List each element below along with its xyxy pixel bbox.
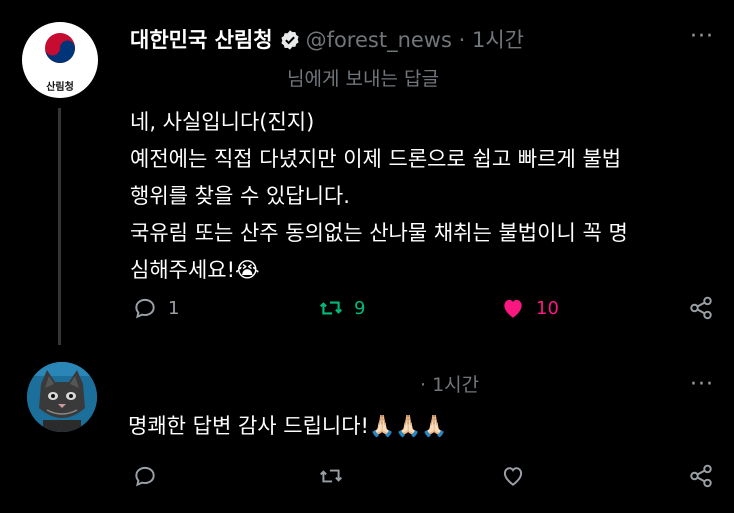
like-icon [503,467,523,486]
author-name[interactable]: 대한민국 산림청 [130,28,273,52]
tweet-line: 행위를 찾을 수 있답니다. [130,184,350,208]
tweet-line: 예전에는 직접 다녔지만 이제 드론으로 쉽고 빠르게 불법 [130,147,622,171]
cat-avatar-image [27,362,97,432]
replying-to: 님에게 보내는 답글 [287,68,439,90]
more-icon[interactable]: ··· [690,24,714,49]
share-button[interactable] [688,295,714,321]
share-button[interactable] [688,463,714,489]
action-bar: 1 9 10 [0,288,734,328]
avatar[interactable]: 산림청 [22,22,98,98]
more-icon[interactable]: ··· [690,372,714,397]
tweet-line: 심해주세요!😭 [130,258,260,282]
author-handle[interactable]: @forest_news [306,28,452,52]
timestamp[interactable]: · 1시간 [459,28,524,52]
avatar-org-label: 산림청 [46,82,74,93]
share-icon [690,296,712,320]
retweet-button[interactable]: 9 [318,295,365,321]
tweet-text: 네, 사실입니다(진지) 예전에는 직접 다녔지만 이제 드론으로 쉽고 빠르게… [130,104,720,289]
taegeuk-logo-icon [45,33,75,63]
like-button[interactable] [500,463,526,489]
reply-count: 1 [168,297,180,319]
reply-timestamp[interactable]: · 1시간 [420,370,479,397]
retweet-icon [320,469,342,483]
share-icon [690,464,712,488]
like-button[interactable]: 10 [500,295,559,321]
reply-avatar[interactable] [27,362,97,432]
like-icon [504,299,522,318]
verified-icon [280,30,299,50]
retweet-count: 9 [354,297,366,319]
like-count: 10 [536,297,559,319]
retweet-icon [319,301,343,315]
reply-action-bar [0,458,734,498]
reply-icon [135,298,155,319]
tweet-line: 네, 사실입니다(진지) [130,110,315,134]
reply-button[interactable]: 1 [132,295,179,321]
tweet-header: 대한민국 산림청 @forest_news · 1시간 [130,24,524,54]
tweet-line: 국유림 또는 산주 동의없는 산나물 채취는 불법이니 꼭 명 [130,221,628,245]
retweet-button[interactable] [318,463,344,489]
reply-text: 명쾌한 답변 감사 드립니다!🙏🏻🙏🏻🙏🏻 [128,414,448,438]
reply-button[interactable] [132,463,158,489]
reply-icon [135,466,155,487]
